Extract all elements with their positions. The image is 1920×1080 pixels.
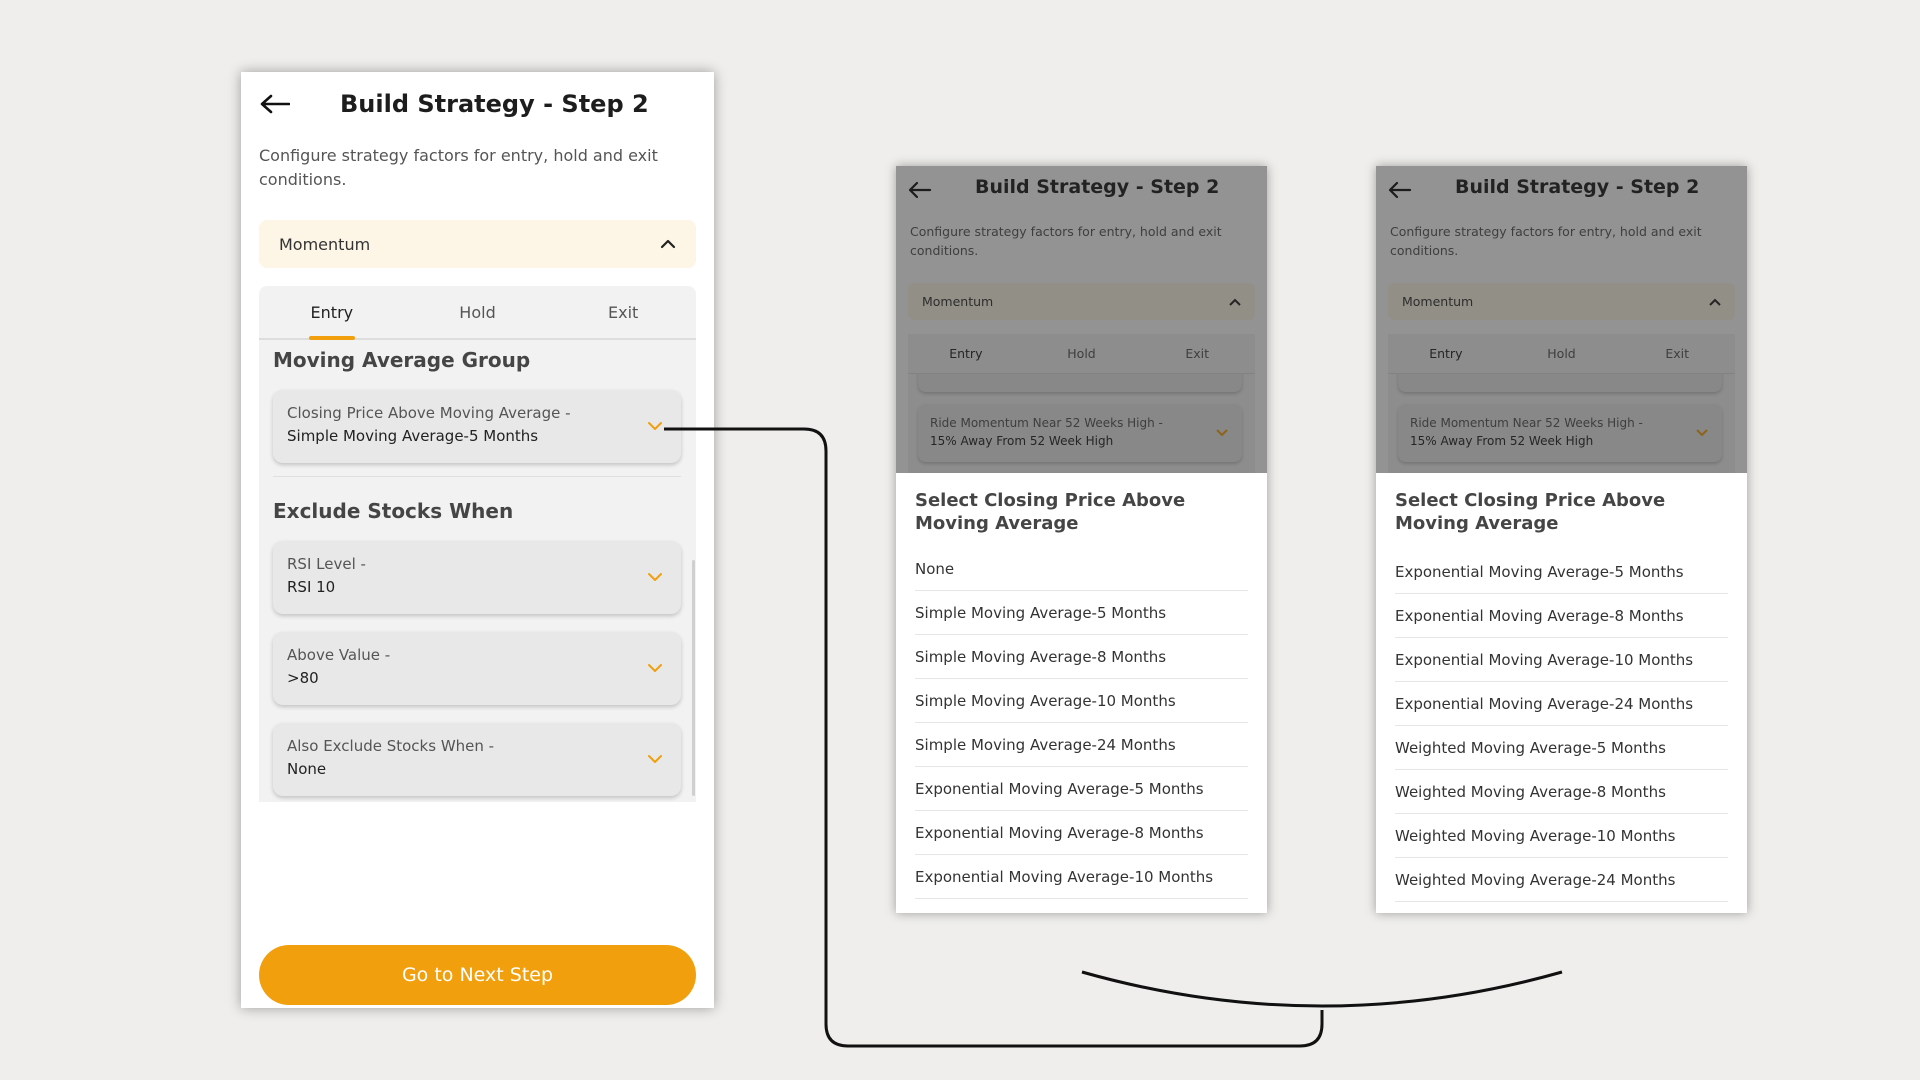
- factor-content-panel: Moving Average Group Closing Price Above…: [259, 340, 696, 802]
- section-heading-exclude: Exclude Stocks When: [273, 499, 514, 523]
- tab-hold[interactable]: Hold: [405, 286, 551, 338]
- chevron-down-icon: [648, 664, 662, 672]
- page-description: Configure strategy factors for entry, ho…: [259, 146, 658, 189]
- dropdown-value: None: [287, 760, 327, 778]
- dropdown-value: Simple Moving Average-5 Months: [287, 427, 539, 445]
- option-list: Exponential Moving Average-5 Months Expo…: [1395, 550, 1728, 902]
- back-arrow-icon[interactable]: [257, 86, 293, 122]
- dropdown-value: >80: [287, 669, 319, 687]
- page-title: Build Strategy - Step 2: [340, 90, 649, 118]
- option-item[interactable]: Simple Moving Average-5 Months: [915, 591, 1248, 635]
- connector-brace: [1081, 970, 1563, 1008]
- chevron-down-icon: [648, 573, 662, 581]
- option-item[interactable]: Exponential Moving Average-10 Months: [915, 855, 1248, 899]
- dropdown-label: Also Exclude Stocks When -: [287, 737, 495, 755]
- also-exclude-dropdown[interactable]: Also Exclude Stocks When - None: [273, 723, 681, 796]
- top-bar: Build Strategy - Step 2: [241, 72, 714, 136]
- dropdown-label: RSI Level -: [287, 555, 366, 573]
- option-item[interactable]: Exponential Moving Average-24 Months: [1395, 682, 1728, 726]
- section-heading-moving-average: Moving Average Group: [273, 348, 531, 372]
- option-item[interactable]: Exponential Moving Average-8 Months: [915, 811, 1248, 855]
- tab-entry[interactable]: Entry: [259, 286, 405, 340]
- option-item[interactable]: Weighted Moving Average-8 Months: [1395, 770, 1728, 814]
- closing-price-dropdown[interactable]: Closing Price Above Moving Average - Sim…: [273, 390, 681, 463]
- sheet-title: Select Closing Price Above Moving Averag…: [1395, 490, 1666, 534]
- section-divider: [273, 476, 681, 477]
- scrollbar[interactable]: [692, 560, 695, 796]
- option-item[interactable]: Weighted Moving Average-5 Months: [1395, 726, 1728, 770]
- option-item[interactable]: Exponential Moving Average-8 Months: [1395, 594, 1728, 638]
- bottom-sheet: Select Closing Price Above Moving Averag…: [1376, 473, 1747, 913]
- category-label: Momentum: [279, 234, 371, 254]
- option-item[interactable]: Exponential Moving Average-10 Months: [1395, 638, 1728, 682]
- picker-screen-1: Build Strategy - Step 2 Configure strate…: [896, 166, 1267, 913]
- option-item[interactable]: Exponential Moving Average-5 Months: [915, 767, 1248, 811]
- modal-overlay[interactable]: [896, 166, 1267, 473]
- bottom-sheet: Select Closing Price Above Moving Averag…: [896, 473, 1267, 913]
- option-item[interactable]: Weighted Moving Average-24 Months: [1395, 858, 1728, 902]
- modal-overlay[interactable]: [1376, 166, 1747, 473]
- chevron-down-icon: [648, 755, 662, 763]
- condition-tabs: Entry Hold Exit: [259, 286, 696, 340]
- option-item[interactable]: Simple Moving Average-10 Months: [915, 679, 1248, 723]
- above-value-dropdown[interactable]: Above Value - >80: [273, 632, 681, 705]
- option-item[interactable]: Weighted Moving Average-10 Months: [1395, 814, 1728, 858]
- option-item[interactable]: None: [915, 547, 1248, 591]
- chevron-up-icon: [660, 239, 676, 249]
- chevron-down-icon: [648, 422, 662, 430]
- sheet-title: Select Closing Price Above Moving Averag…: [915, 490, 1186, 534]
- next-step-button[interactable]: Go to Next Step: [259, 945, 696, 1005]
- tab-exit[interactable]: Exit: [550, 286, 696, 338]
- dropdown-label: Above Value -: [287, 646, 391, 664]
- option-item[interactable]: Exponential Moving Average-5 Months: [1395, 550, 1728, 594]
- picker-screen-2: Build Strategy - Step 2 Configure strate…: [1376, 166, 1747, 913]
- category-accordion-header[interactable]: Momentum: [259, 220, 696, 268]
- option-item[interactable]: Simple Moving Average-8 Months: [915, 635, 1248, 679]
- main-phone-screen: Build Strategy - Step 2 Configure strate…: [241, 72, 714, 1008]
- rsi-level-dropdown[interactable]: RSI Level - RSI 10: [273, 541, 681, 614]
- dropdown-value: RSI 10: [287, 578, 336, 596]
- dropdown-label: Closing Price Above Moving Average -: [287, 404, 571, 422]
- option-item[interactable]: Simple Moving Average-24 Months: [915, 723, 1248, 767]
- option-list: None Simple Moving Average-5 Months Simp…: [915, 547, 1248, 899]
